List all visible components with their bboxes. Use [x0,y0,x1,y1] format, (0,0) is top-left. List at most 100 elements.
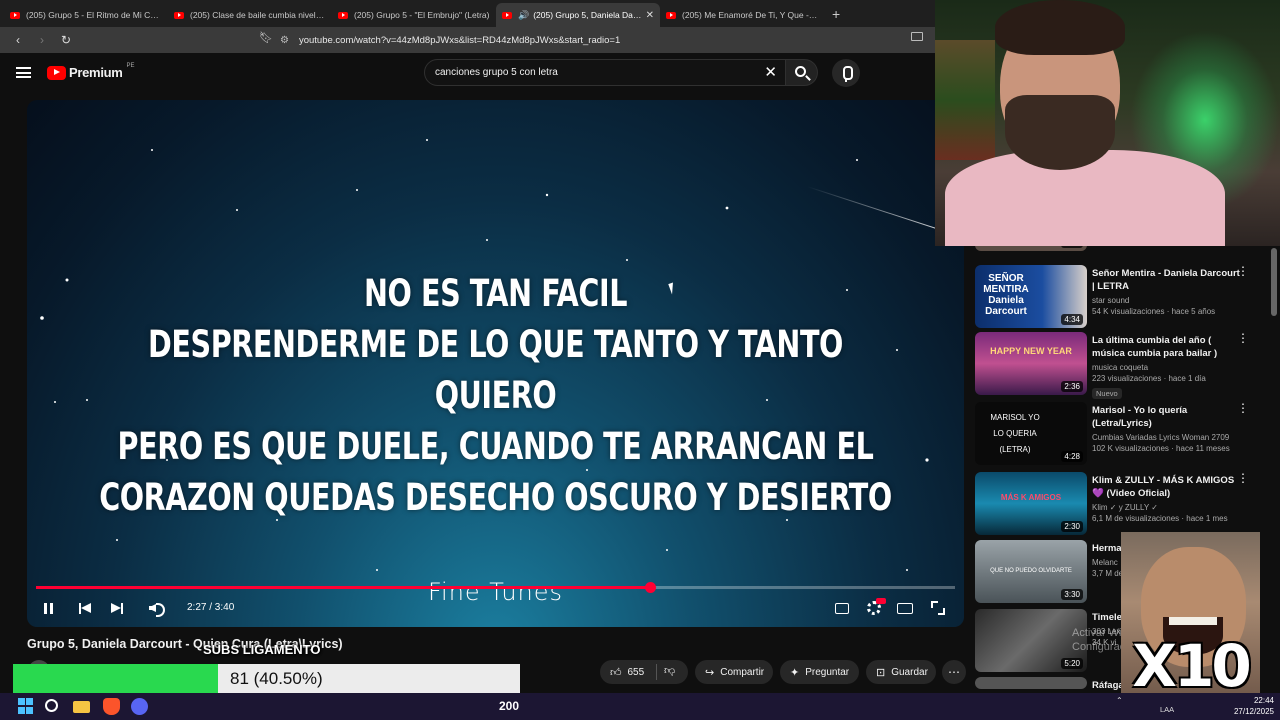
windows-taskbar: 200 ⌃ LAA 22:44 27/12/2025 [0,693,1280,720]
share-icon: ↪ [705,666,715,679]
new-tab-button[interactable]: + [824,3,848,27]
windows-start-icon[interactable] [18,698,35,715]
site-info-icon[interactable]: ⚙︎ [280,35,289,46]
progress-bar[interactable] [36,582,955,593]
more-options-icon[interactable]: ⋮ [1237,472,1249,488]
like-button[interactable]: 👍︎ 655 👎︎ [600,660,688,684]
speaker-icon[interactable]: 🔊 [518,10,529,21]
recommendation-item[interactable]: MÁS K AMIGOS 2:30 Klim & ZULLY - MÁS K AM… [975,472,1265,538]
next-icon[interactable] [109,599,125,619]
search-button[interactable] [786,59,818,86]
youtube-favicon-icon [666,11,676,19]
brand-label: Premium [69,65,123,80]
back-icon[interactable]: ‹ [8,33,28,47]
thumbnail-text: HAPPY NEW YEAR [990,346,1072,356]
file-explorer-icon[interactable] [73,701,90,713]
screen: (205) Grupo 5 - El Ritmo de Mi Coraz (20… [0,0,1280,720]
ask-button[interactable]: ✦ Preguntar [780,660,859,684]
more-options-icon[interactable]: ⋮ [1237,332,1249,348]
pause-icon[interactable] [42,599,56,619]
recommendation-title: Marisol - Yo lo quería (Letra/Lyrics) [1092,405,1188,429]
input-language[interactable]: LAA [1160,705,1174,714]
discord-icon[interactable] [131,698,148,715]
theater-mode-icon[interactable] [897,603,913,614]
brave-browser-icon[interactable] [103,698,120,715]
system-clock[interactable]: 22:44 27/12/2025 [1222,695,1274,717]
video-meta: 102 K visualizaciones · hace 11 meses [1092,444,1230,453]
bookmark-icon[interactable]: 🔖︎ [259,31,273,44]
thumbnail-text: SEÑOR MENTIRA Daniela Darcourt [983,273,1029,317]
new-badge: Nuevo [1092,388,1122,399]
lyric-line: PERO ES QUE DUELE, CUANDO TE ARRANCAN EL [117,425,874,468]
recommendation-item[interactable]: MARISOL YO LO QUERIA (LETRA) 4:28 Marisol… [975,402,1265,468]
video-thumbnail[interactable]: SEÑOR MENTIRA Daniela Darcourt 4:34 [975,265,1087,328]
sidebar-scrollbar[interactable] [1270,246,1278,686]
voice-search-icon[interactable] [832,59,860,87]
browser-tab-active[interactable]: 🔊 (205) Grupo 5, Daniela Darco ✕ [496,3,660,27]
cast-icon[interactable] [911,32,923,41]
subtitles-icon[interactable] [835,603,849,614]
volume-icon[interactable] [148,599,166,619]
country-code: PE [126,62,135,69]
browser-tab[interactable]: (205) Me Enamoré De Ti, Y Que - You [660,3,824,27]
video-thumbnail[interactable]: 5:20 [975,609,1087,672]
bookmark-icon: ⊡ [876,666,886,679]
menu-icon[interactable] [16,67,31,78]
save-button[interactable]: ⊡ Guardar [866,660,936,684]
browser-tab[interactable]: (205) Grupo 5 - El Ritmo de Mi Coraz [4,3,168,27]
recommendation-item[interactable]: SEÑOR MENTIRA Daniela Darcourt 4:34 Señor… [975,265,1265,331]
recommendation-item[interactable]: HAPPY NEW YEAR 2:36 La última cumbia del … [975,332,1265,399]
video-thumbnail[interactable]: HAPPY NEW YEAR 2:36 [975,332,1087,395]
subs-goal-fill [13,664,219,694]
browser-tab[interactable]: (205) Clase de baile cumbia nivel bás [168,3,332,27]
taskbar-search-icon[interactable] [45,699,58,712]
video-thumbnail[interactable]: MÁS K AMIGOS 2:30 [975,472,1087,535]
youtube-favicon-icon [502,11,512,19]
player-controls: 2:27 / 3:40 [27,596,964,624]
previous-icon[interactable] [78,599,94,619]
x10-label: X10 [1132,632,1251,700]
laughing-meme-overlay: X10 [1121,532,1260,708]
forward-icon[interactable]: › [32,33,52,47]
lyric-line: NO ES TAN FACIL [363,272,628,315]
share-button[interactable]: ↪ Compartir [695,660,773,684]
lyric-line: CORAZON QUEDAS DESECHO OSCURO Y DESIERTO [99,476,892,519]
video-meta: 6,1 M de visualizaciones · hace 1 mes [1092,514,1228,523]
thumbs-down-icon[interactable]: 👎︎ [664,664,675,677]
more-options-icon[interactable]: ⋮ [1237,265,1249,281]
save-label: Guardar [891,666,928,678]
clear-search-icon[interactable]: ✕ [764,63,777,81]
search-input[interactable]: canciones grupo 5 con letra ✕ [424,59,786,86]
tray-chevron-icon[interactable]: ⌃ [1116,696,1123,705]
thumbnail-text: MARISOL YO LO QUERIA (LETRA) [990,413,1040,454]
address-bar[interactable]: ⚙︎ youtube.com/watch?v=44zMd8pJWxs&list=R… [280,31,900,49]
close-tab-icon[interactable]: ✕ [646,10,654,21]
webcam-person-beard [1005,95,1115,170]
youtube-favicon-icon [174,11,184,19]
more-actions-icon[interactable]: ⋯ [942,660,966,684]
youtube-favicon-icon [10,11,20,19]
video-thumbnail[interactable]: QUE NO PUEDO OLVIDARTE 3:30 [975,540,1087,603]
youtube-logo[interactable]: Premium PE [47,62,135,80]
recommendation-title: Señor Mentira - Daniela Darcourt | LETRA [1092,268,1240,292]
video-thumbnail[interactable]: MARISOL YO LO QUERIA (LETRA) 4:28 [975,402,1087,465]
reload-icon[interactable]: ↻ [56,33,76,47]
fullscreen-icon[interactable] [931,601,945,615]
video-player[interactable]: NO ES TAN FACIL DESPRENDERME DE LO QUE T… [27,100,964,627]
video-meta: 54 K visualizaciones · hace 5 años [1092,307,1216,316]
recommendation-title: Klim & ZULLY - MÁS K AMIGOS 💜 (Video Ofi… [1092,475,1235,499]
recommendation-title: La última cumbia del año ( música cumbia… [1092,335,1218,359]
scrollbar-thumb[interactable] [1271,248,1277,316]
more-options-icon[interactable]: ⋮ [1237,402,1249,418]
lyric-line: DESPRENDERME DE LO QUE TANTO Y TANTO QUI… [148,323,843,417]
browser-tab[interactable]: (205) Grupo 5 - "El Embrujo" (Letra) [332,3,496,27]
recommendation-info: Marisol - Yo lo quería (Letra/Lyrics) Cum… [1092,404,1244,453]
divider [656,664,657,680]
subs-goal-label: SUBS LIGAMENTO [203,642,321,657]
search-query: canciones grupo 5 con letra [435,67,558,78]
scrubber-handle[interactable] [644,582,656,593]
share-label: Compartir [720,666,765,678]
taskbar-counter: 200 [499,699,520,713]
video-thumbnail[interactable] [975,677,1087,689]
lyrics-text: NO ES TAN FACIL DESPRENDERME DE LO QUE T… [27,268,964,523]
